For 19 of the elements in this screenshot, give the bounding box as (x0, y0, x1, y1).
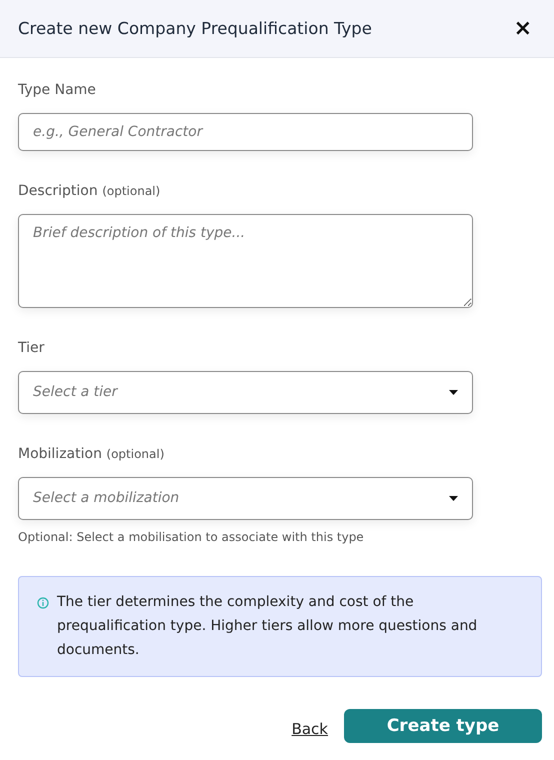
select-dropdown[interactable]: Select a tier (18, 371, 473, 414)
select-dropdown[interactable]: Select a mobilization (18, 477, 473, 520)
field-label: Description (18, 183, 98, 199)
info-icon (37, 597, 49, 609)
info-text: The tier determines the complexity and cost of the prequalification type. Higher tiers allow more questions and documents. (57, 593, 478, 660)
optional-note: (optional) (102, 184, 160, 198)
modal-title: Create new Company Prequalification Type (18, 18, 372, 38)
create-button[interactable]: Create type (344, 709, 542, 744)
close-button[interactable]: × (510, 18, 536, 40)
optional-note: (optional) (106, 447, 164, 461)
caret-icon (449, 496, 458, 501)
description-textarea[interactable]: Brief description of this type... (18, 214, 473, 308)
text-input[interactable]: e.g., General Contractor (18, 113, 473, 151)
caret-icon (449, 390, 458, 395)
field-label: Tier (18, 340, 44, 356)
back-link[interactable]: Back (292, 718, 328, 741)
field-label: Mobilization (18, 446, 102, 462)
field-label: Type Name (18, 82, 96, 98)
help-text: Optional: Select a mobilisation to associate with this type (18, 529, 365, 546)
